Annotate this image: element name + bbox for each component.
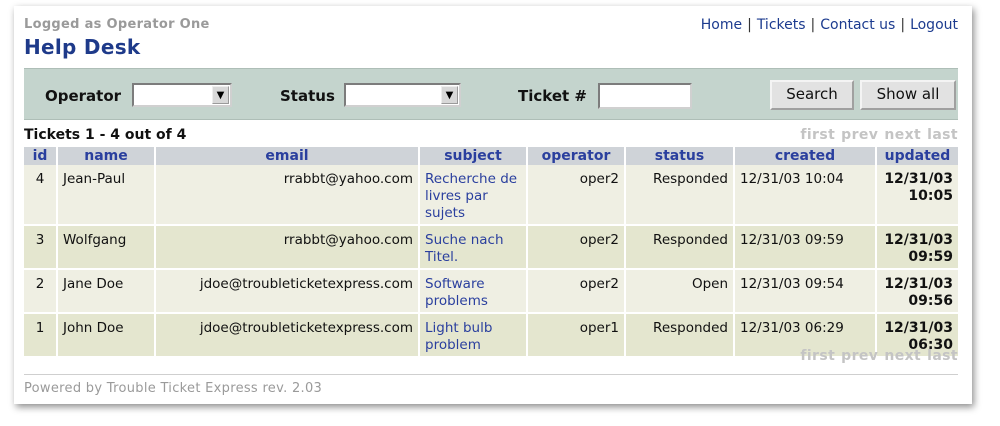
cell-email: rrabbt@yahoo.com [155, 225, 420, 270]
cell-name: John Doe [57, 313, 156, 358]
pager-next-link[interactable]: next [884, 348, 921, 364]
cell-name: Jane Doe [57, 269, 156, 314]
cell-operator: oper2 [527, 269, 626, 314]
ticket-count-summary: Tickets 1 - 4 out of 4 [24, 127, 187, 143]
table-row[interactable]: 2 Jane Doe jdoe@troubleticketexpress.com… [24, 269, 958, 314]
nav-separator: | [810, 17, 816, 33]
tickets-table: id name email subject operator status cr… [24, 147, 958, 358]
ticket-number-input[interactable] [598, 83, 692, 109]
operator-select[interactable]: ▼ [132, 83, 232, 107]
powered-by-footer: Powered by Trouble Ticket Express rev. 2… [24, 381, 323, 396]
status-label: Status [280, 87, 335, 105]
logged-as-text: Logged as Operator One [24, 17, 210, 32]
top-nav: Home | Tickets | Contact us | Logout [701, 17, 958, 33]
table-row[interactable]: 4 Jean-Paul rrabbt@yahoo.com Recherche d… [24, 165, 958, 226]
cell-name: Jean-Paul [57, 165, 156, 226]
dropdown-arrow-icon[interactable]: ▼ [441, 86, 458, 104]
column-header-id[interactable]: id [24, 147, 58, 165]
cell-name: Wolfgang [57, 225, 156, 270]
cell-id: 1 [24, 313, 58, 358]
cell-email: jdoe@troubleticketexpress.com [155, 269, 420, 314]
cell-subject-link[interactable]: Light bulb problem [419, 313, 528, 358]
table-header-row: id name email subject operator status cr… [24, 147, 958, 165]
cell-updated: 12/31/03 09:56 [876, 269, 958, 314]
nav-home-link[interactable]: Home [701, 17, 742, 33]
nav-logout-link[interactable]: Logout [910, 17, 958, 33]
nav-tickets-link[interactable]: Tickets [757, 17, 806, 33]
cell-email: jdoe@troubleticketexpress.com [155, 313, 420, 358]
column-header-created[interactable]: created [734, 147, 877, 165]
column-header-email[interactable]: email [155, 147, 420, 165]
column-header-subject[interactable]: subject [419, 147, 528, 165]
ticket-number-label: Ticket # [518, 87, 587, 105]
cell-status: Open [625, 269, 735, 314]
help-desk-panel: Logged as Operator One Home | Tickets | Cont… [14, 6, 972, 404]
search-button[interactable]: Search [770, 80, 854, 110]
pager-top: first prev next last [794, 127, 958, 143]
column-header-status[interactable]: status [625, 147, 735, 165]
pager-first-link[interactable]: first [800, 127, 835, 143]
cell-status: Responded [625, 313, 735, 358]
cell-id: 2 [24, 269, 58, 314]
status-select[interactable]: ▼ [344, 83, 461, 107]
cell-created: 12/31/03 09:54 [734, 269, 877, 314]
footer-divider [24, 374, 958, 375]
nav-separator: | [747, 17, 752, 33]
pager-prev-link[interactable]: prev [841, 348, 878, 364]
pager-last-link[interactable]: last [927, 348, 958, 364]
nav-contact-link[interactable]: Contact us [820, 17, 895, 33]
cell-operator: oper2 [527, 225, 626, 270]
cell-created: 12/31/03 09:59 [734, 225, 877, 270]
cell-id: 3 [24, 225, 58, 270]
cell-updated: 12/31/03 09:59 [876, 225, 958, 270]
cell-created: 12/31/03 10:04 [734, 165, 877, 226]
pager-bottom: first prev next last [794, 348, 958, 364]
operator-label: Operator [45, 87, 122, 105]
cell-status: Responded [625, 225, 735, 270]
cell-updated: 12/31/03 10:05 [876, 165, 958, 226]
column-header-name[interactable]: name [57, 147, 156, 165]
cell-operator: oper1 [527, 313, 626, 358]
cell-subject-link[interactable]: Recherche de livres par sujets [419, 165, 528, 226]
show-all-button[interactable]: Show all [860, 80, 956, 110]
cell-status: Responded [625, 165, 735, 226]
pager-next-link[interactable]: next [884, 127, 921, 143]
pager-last-link[interactable]: last [927, 127, 958, 143]
cell-subject-link[interactable]: Suche nach Titel. [419, 225, 528, 270]
pager-prev-link[interactable]: prev [841, 127, 878, 143]
cell-subject-link[interactable]: Software problems [419, 269, 528, 314]
nav-separator: | [900, 17, 906, 33]
dropdown-arrow-icon[interactable]: ▼ [212, 86, 229, 104]
cell-operator: oper2 [527, 165, 626, 226]
cell-id: 4 [24, 165, 58, 226]
column-header-updated[interactable]: updated [876, 147, 958, 165]
page-title: Help Desk [24, 35, 141, 59]
table-row[interactable]: 3 Wolfgang rrabbt@yahoo.com Suche nach T… [24, 225, 958, 270]
pager-first-link[interactable]: first [800, 348, 835, 364]
cell-email: rrabbt@yahoo.com [155, 165, 420, 226]
search-bar: Operator ▼ Status ▼ Ticket # Search Show… [24, 68, 958, 120]
column-header-operator[interactable]: operator [527, 147, 626, 165]
